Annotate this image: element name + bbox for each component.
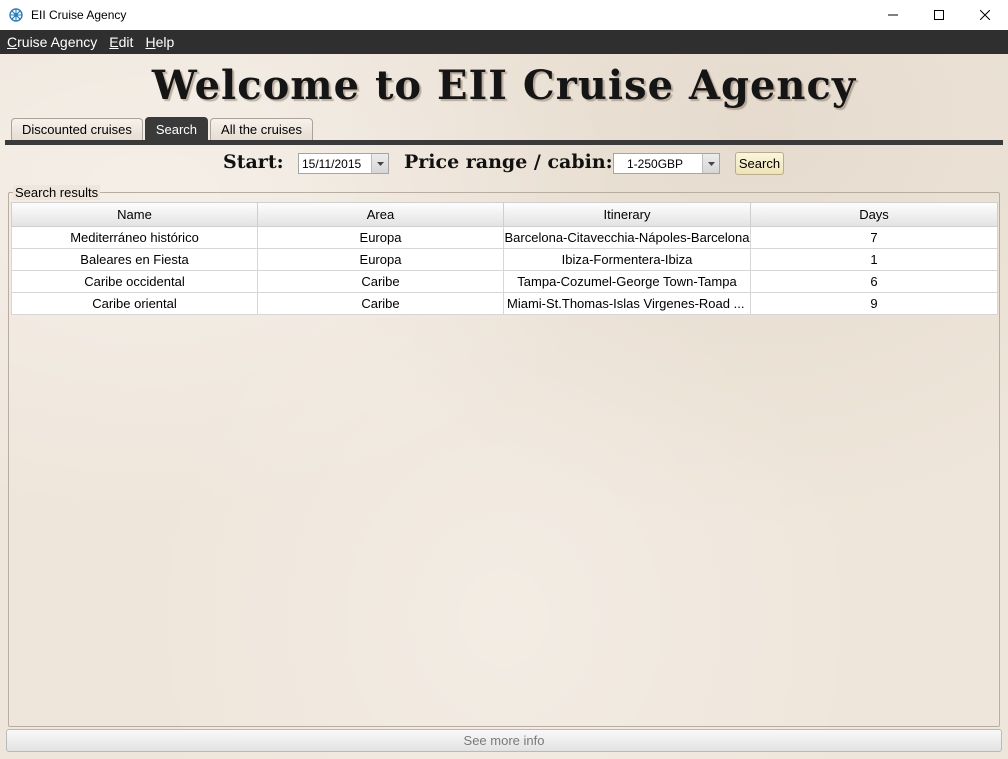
tab-search[interactable]: Search: [144, 117, 209, 140]
column-header-itinerary[interactable]: Itinerary: [504, 202, 751, 227]
cell-itinerary: Ibiza-Formentera-Ibiza: [504, 249, 751, 271]
cell-name: Caribe occidental: [11, 271, 258, 293]
start-label: Start:: [223, 151, 284, 173]
main-content: Welcome to EII Cruise Agency Discounted …: [0, 54, 1008, 759]
tab-discounted-cruises[interactable]: Discounted cruises: [11, 118, 143, 140]
app-icon: [8, 7, 24, 23]
cell-itinerary: Tampa-Cozumel-George Town-Tampa: [504, 271, 751, 293]
results-table: Name Area Itinerary Days Mediterráneo hi…: [11, 202, 998, 315]
minimize-button[interactable]: [870, 0, 916, 30]
search-toolbar: Start: 15/11/2015 Price range / cabin: 1…: [0, 150, 1008, 176]
cell-days: 6: [751, 271, 998, 293]
menu-bar: Cruise Agency Edit Help: [0, 30, 1008, 54]
menu-help[interactable]: Help: [145, 34, 174, 50]
tab-bar: Discounted cruises Search All the cruise…: [11, 117, 315, 140]
cell-name: Caribe oriental: [11, 293, 258, 315]
column-header-days[interactable]: Days: [751, 202, 998, 227]
cell-area: Caribe: [258, 293, 504, 315]
table-row[interactable]: Caribe oriental Caribe Miami-St.Thomas-I…: [11, 293, 998, 315]
start-date-select[interactable]: 15/11/2015: [298, 153, 389, 174]
page-title: Welcome to EII Cruise Agency: [151, 62, 857, 109]
search-results-group: Search results Name Area Itinerary Days …: [8, 185, 1000, 727]
tab-divider: [5, 140, 1003, 145]
minimize-icon: [888, 14, 898, 16]
search-results-title: Search results: [13, 185, 101, 200]
cell-itinerary: Barcelona-Citavecchia-Nápoles-Barcelona: [504, 227, 751, 249]
column-header-area[interactable]: Area: [258, 202, 504, 227]
cell-name: Mediterráneo histórico: [11, 227, 258, 249]
table-header: Name Area Itinerary Days: [11, 202, 998, 227]
cell-itinerary: Miami-St.Thomas-Islas Virgenes-Road ...: [504, 293, 751, 315]
see-more-info-button[interactable]: See more info: [6, 729, 1002, 752]
table-row[interactable]: Caribe occidental Caribe Tampa-Cozumel-G…: [11, 271, 998, 293]
cell-area: Caribe: [258, 271, 504, 293]
chevron-down-icon[interactable]: [371, 154, 388, 173]
price-range-select[interactable]: 1-250GBP: [613, 153, 720, 174]
menu-edit[interactable]: Edit: [109, 34, 133, 50]
column-header-name[interactable]: Name: [11, 202, 258, 227]
cell-area: Europa: [258, 227, 504, 249]
cell-area: Europa: [258, 249, 504, 271]
tab-all-cruises[interactable]: All the cruises: [210, 118, 313, 140]
chevron-down-icon[interactable]: [702, 154, 719, 173]
close-icon: [980, 10, 990, 20]
window-title: EII Cruise Agency: [31, 8, 127, 22]
search-button[interactable]: Search: [735, 152, 784, 175]
cell-name: Baleares en Fiesta: [11, 249, 258, 271]
table-row[interactable]: Mediterráneo histórico Europa Barcelona-…: [11, 227, 998, 249]
window-titlebar: EII Cruise Agency: [0, 0, 1008, 30]
close-button[interactable]: [962, 0, 1008, 30]
cell-days: 7: [751, 227, 998, 249]
menu-cruise-agency[interactable]: Cruise Agency: [7, 34, 97, 50]
table-row[interactable]: Baleares en Fiesta Europa Ibiza-Formente…: [11, 249, 998, 271]
cell-days: 9: [751, 293, 998, 315]
start-date-value: 15/11/2015: [302, 156, 362, 171]
maximize-icon: [934, 10, 944, 20]
price-range-label: Price range / cabin:: [404, 151, 613, 173]
maximize-button[interactable]: [916, 0, 962, 30]
price-range-value: 1-250GBP: [627, 156, 684, 171]
cell-days: 1: [751, 249, 998, 271]
